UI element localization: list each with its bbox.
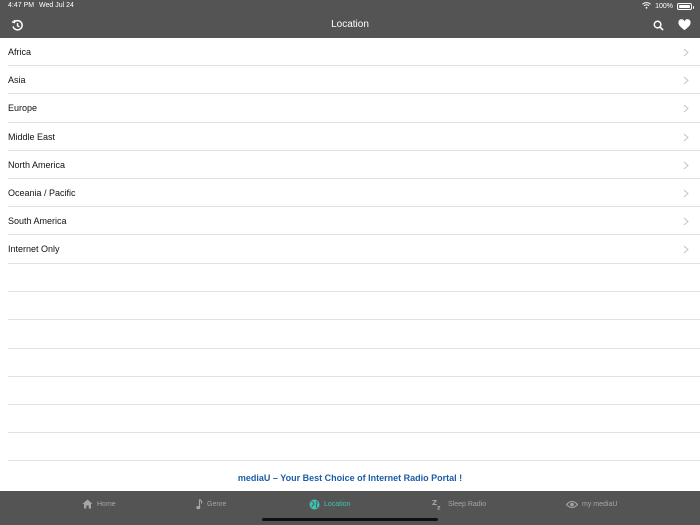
search-icon[interactable] [650, 17, 666, 33]
list-item-label: Oceania / Pacific [8, 188, 76, 199]
top-bar: 4:47 PM Wed Jul 24 100% Location [0, 0, 700, 38]
list-item-north-america[interactable]: North America [0, 151, 700, 180]
battery-percent: 100% [655, 3, 673, 10]
music-note-icon [196, 498, 203, 509]
status-date: Wed Jul 24 [39, 2, 74, 9]
empty-row [0, 292, 700, 321]
heart-icon[interactable] [675, 17, 693, 33]
empty-row [0, 405, 700, 434]
tab-home[interactable]: Home [82, 498, 116, 510]
globe-icon [309, 499, 320, 509]
home-indicator[interactable] [262, 518, 438, 521]
tab-label: my mediaU [582, 500, 618, 508]
eye-icon [566, 500, 578, 508]
list-item-asia[interactable]: Asia [0, 66, 700, 95]
sleep-icon: Z z [432, 499, 441, 511]
chevron-right-icon [683, 189, 689, 198]
tab-sleep-radio[interactable]: Z z Sleep Radio [432, 498, 486, 510]
tagline: mediaU – Your Best Choice of Internet Ra… [237, 473, 463, 483]
empty-row [0, 349, 700, 377]
list-item-label: Internet Only [8, 244, 60, 255]
list-item-oceania-pacific[interactable]: Oceania / Pacific [0, 179, 700, 208]
empty-row [0, 320, 700, 349]
tab-genre[interactable]: Genre [196, 498, 226, 510]
empty-row [0, 264, 700, 293]
chevron-right-icon [683, 48, 689, 57]
list-item-label: North America [8, 159, 66, 170]
chevron-right-icon [683, 217, 689, 226]
svg-text:z: z [437, 505, 441, 511]
battery-level [679, 5, 690, 8]
home-icon [82, 499, 93, 509]
chevron-right-icon [683, 76, 689, 85]
list-item-label: South America [8, 216, 67, 227]
tab-label: Sleep Radio [448, 500, 487, 508]
list-item-label: Africa [8, 47, 32, 58]
status-time: 4:47 PM [8, 2, 35, 9]
tab-label: Genre [207, 500, 227, 508]
list-item-label: Europe [8, 103, 38, 114]
chevron-right-icon [683, 133, 689, 141]
chevron-right-icon [683, 104, 689, 113]
list-item-europe[interactable]: Europe [0, 94, 700, 123]
tab-label: Location [324, 500, 351, 508]
page-title: Location [331, 19, 369, 30]
chevron-right-icon [683, 161, 689, 170]
status-indicators: 100% [642, 2, 694, 11]
empty-list-area [0, 264, 700, 462]
list-item-middle-east[interactable]: Middle East [0, 123, 700, 151]
tab-location[interactable]: Location [309, 498, 350, 510]
list-item-label: Middle East [8, 131, 56, 142]
empty-row [0, 377, 700, 406]
empty-row [0, 433, 700, 462]
tab-label: Home [97, 500, 116, 508]
battery-icon [677, 3, 694, 10]
list-item-internet-only[interactable]: Internet Only [0, 235, 700, 264]
tab-my-mediau[interactable]: my mediaU [566, 498, 617, 510]
location-list: Africa Asia Europe Middle East North Ame… [0, 38, 700, 264]
wifi-icon [642, 2, 651, 11]
list-item-africa[interactable]: Africa [0, 38, 700, 67]
list-item-south-america[interactable]: South America [0, 207, 700, 236]
list-item-label: Asia [8, 75, 26, 86]
chevron-right-icon [683, 245, 689, 254]
